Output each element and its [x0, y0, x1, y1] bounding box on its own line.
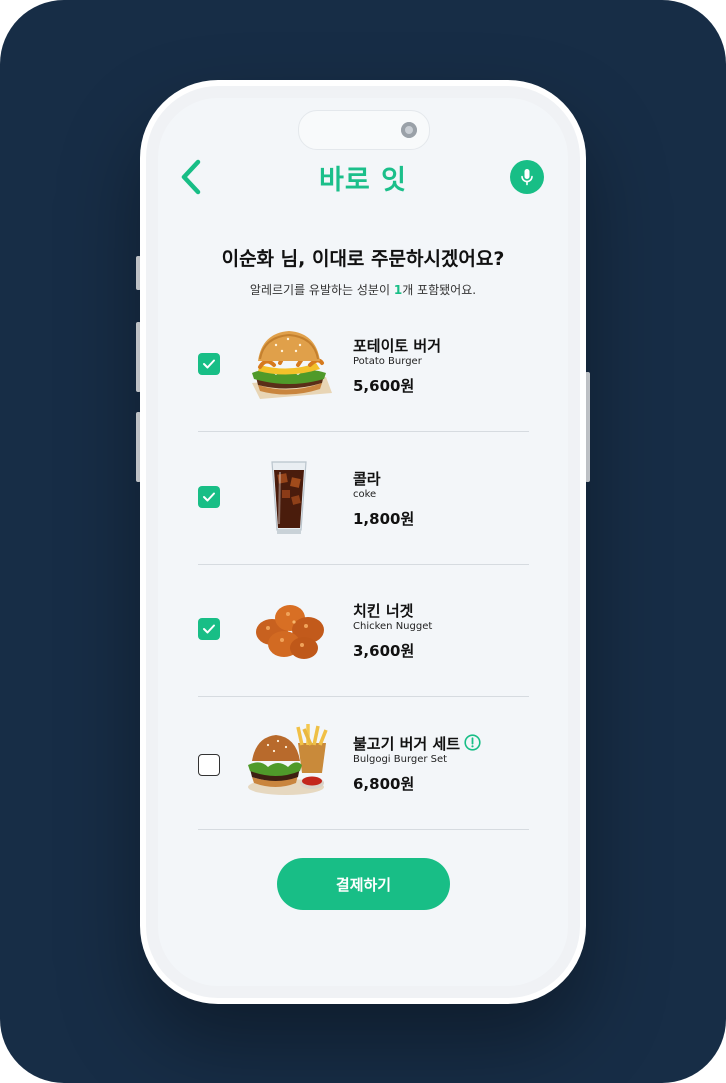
allergy-notice: 알레르기를 유발하는 성분이 1개 포함됐어요. [158, 281, 568, 298]
front-camera [401, 122, 417, 138]
nugget-image [256, 605, 324, 659]
item-checkbox[interactable] [198, 353, 220, 375]
order-item: 콜라 coke 1,800원 [198, 432, 529, 565]
item-name-en: coke [353, 489, 377, 500]
item-name: 불고기 버거 세트 [353, 735, 461, 753]
item-price: 3,600원 [353, 642, 415, 660]
microphone-icon [521, 169, 533, 186]
item-name: 콜라 [353, 470, 381, 488]
order-confirm-title: 이순화 님, 이대로 주문하시겠어요? [221, 248, 505, 270]
item-checkbox[interactable] [198, 618, 220, 640]
burger-image [252, 331, 332, 399]
item-name: 치킨 너겟 [353, 602, 414, 620]
checkmark-icon [203, 624, 215, 634]
item-name: 포테이토 버거 [353, 337, 442, 355]
item-name-en: Chicken Nugget [353, 621, 433, 632]
voice-input-button[interactable] [510, 160, 544, 194]
item-checkbox[interactable] [198, 754, 220, 776]
item-price: 1,800원 [353, 510, 415, 528]
allergy-warning-icon[interactable] [464, 734, 481, 751]
order-item: 불고기 버거 세트 Bulgogi Burger Set 6,800원 [198, 697, 529, 830]
order-item: 포테이토 버거 Potato Burger 5,600원 [198, 299, 529, 432]
app-screen: 바로 잇 이순화 님, 이대로 주문하시겠어요? 알레르기를 유발하는 성분이 … [158, 98, 568, 986]
item-checkbox[interactable] [198, 486, 220, 508]
app-logo: 바로 잇 [319, 165, 407, 196]
allergy-notice-prefix: 알레르기를 유발하는 성분이 [249, 283, 394, 297]
cola-image [271, 461, 307, 534]
checkmark-icon [203, 492, 215, 502]
item-name-en: Bulgogi Burger Set [353, 754, 448, 765]
checkmark-icon [203, 359, 215, 369]
item-price: 6,800원 [353, 775, 415, 793]
item-price: 5,600원 [353, 377, 415, 395]
item-name-row: 불고기 버거 세트 [353, 733, 481, 754]
pay-button[interactable]: 결제하기 [277, 858, 450, 910]
order-item: 치킨 너겟 Chicken Nugget 3,600원 [198, 564, 529, 697]
item-name-en: Potato Burger [353, 356, 422, 367]
allergy-count: 1 [393, 283, 403, 297]
allergy-notice-suffix: 개 포함됐어요. [402, 283, 477, 297]
dynamic-island [298, 110, 430, 150]
burger-set-image [248, 724, 328, 795]
